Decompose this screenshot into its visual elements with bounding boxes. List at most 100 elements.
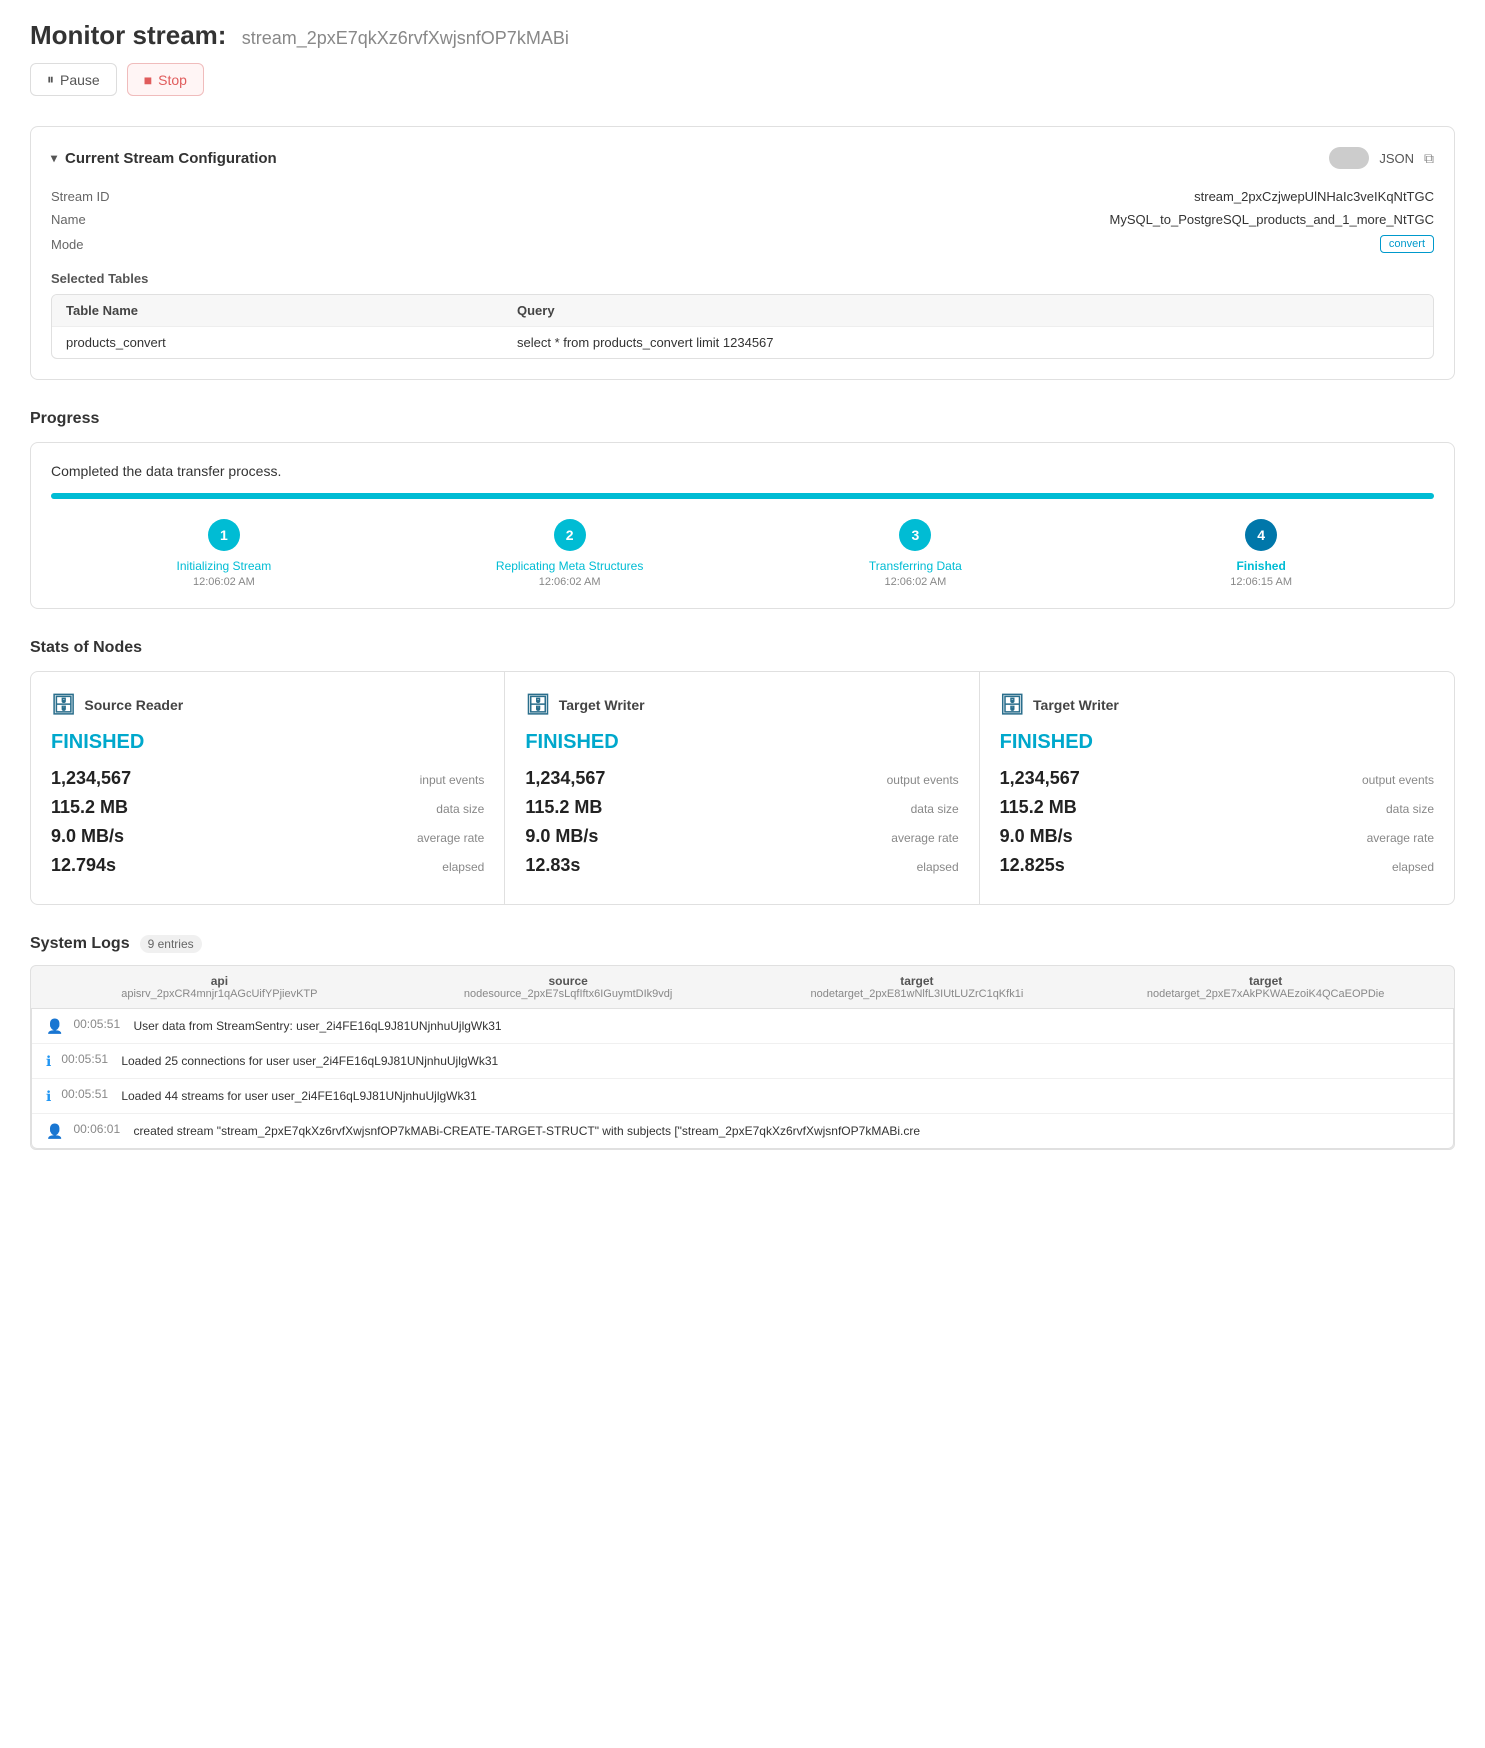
log-entry-1: ℹ 00:05:51 Loaded 25 connections for use… <box>32 1044 1453 1079</box>
stop-button[interactable]: ■ Stop <box>127 63 204 96</box>
json-toggle[interactable] <box>1329 147 1369 169</box>
steps-container: 1 Initializing Stream 12:06:02 AM 2 Repl… <box>51 519 1434 588</box>
node-0: 🗄 Source Reader FINISHED 1,234,567 input… <box>31 672 505 904</box>
chevron-down-icon: ▾ <box>51 151 57 165</box>
log-entry-3: 👤 00:06:01 created stream "stream_2pxE7q… <box>32 1114 1453 1148</box>
node-1-header: 🗄 Target Writer <box>525 692 958 717</box>
progress-header: Progress <box>30 410 1455 428</box>
json-label: JSON <box>1379 151 1414 166</box>
node-0-value-2: 9.0 MB/s <box>51 826 124 847</box>
node-0-value-1: 115.2 MB <box>51 797 128 818</box>
pause-icon: ⏸ <box>47 71 54 88</box>
progress-bar-fill <box>51 493 1434 499</box>
log-entry-2: ℹ 00:05:51 Loaded 44 streams for user us… <box>32 1079 1453 1114</box>
config-header: ▾ Current Stream Configuration JSON ⧉ <box>51 147 1434 169</box>
node-1-value-0: 1,234,567 <box>525 768 605 789</box>
node-0-metric-3: 12.794s elapsed <box>51 855 484 876</box>
node-1-label-3: elapsed <box>917 860 959 874</box>
progress-section: Progress Completed the data transfer pro… <box>30 410 1455 609</box>
log-col-1: source nodesource_2pxE7sLqfIftx6IGuymtDI… <box>394 974 743 1000</box>
node-0-metric-1: 115.2 MB data size <box>51 797 484 818</box>
stop-icon: ■ <box>144 72 152 88</box>
config-fields: Stream ID stream_2pxCzjwepUlNHaIc3veIKqN… <box>51 185 1434 257</box>
node-0-label-3: elapsed <box>442 860 484 874</box>
step-2-time: 12:06:02 AM <box>539 576 601 588</box>
node-2-label-1: data size <box>1386 802 1434 816</box>
log-time-1: 00:05:51 <box>61 1052 111 1066</box>
progress-message: Completed the data transfer process. <box>51 463 1434 479</box>
log-col-3: target nodetarget_2pxE7xAkPKWAEzoiK4QCaE… <box>1091 974 1440 1000</box>
target-writer-1-icon: 🗄 <box>525 692 550 717</box>
stats-section: Stats of Nodes 🗄 Source Reader FINISHED … <box>30 639 1455 905</box>
node-0-type: Source Reader <box>84 697 183 713</box>
selected-tables-label: Selected Tables <box>51 271 1434 286</box>
node-0-metric-0: 1,234,567 input events <box>51 768 484 789</box>
node-1-value-3: 12.83s <box>525 855 580 876</box>
node-2-label-2: average rate <box>1367 831 1434 845</box>
log-info-icon-1: ℹ <box>46 1053 51 1070</box>
node-0-value-3: 12.794s <box>51 855 116 876</box>
table-header: Table Name Query <box>52 295 1433 326</box>
logs-header: System Logs 9 entries <box>30 935 1455 953</box>
pause-button[interactable]: ⏸ Pause <box>30 63 117 96</box>
step-4: 4 Finished 12:06:15 AM <box>1088 519 1434 588</box>
target-writer-2-icon: 🗄 <box>1000 692 1025 717</box>
page-title: Monitor stream: stream_2pxE7qkXz6rvfXwjs… <box>30 20 1455 51</box>
node-0-label-1: data size <box>436 802 484 816</box>
node-2-value-1: 115.2 MB <box>1000 797 1077 818</box>
step-2-circle: 2 <box>554 519 586 551</box>
table-name-cell: products_convert <box>66 335 517 350</box>
stats-title: Stats of Nodes <box>30 639 142 657</box>
step-2: 2 Replicating Meta Structures 12:06:02 A… <box>397 519 743 588</box>
node-1-metric-2: 9.0 MB/s average rate <box>525 826 958 847</box>
log-text-3: created stream "stream_2pxE7qkXz6rvfXwjs… <box>133 1122 920 1140</box>
progress-bar-track <box>51 493 1434 499</box>
name-value: MySQL_to_PostgreSQL_products_and_1_more_… <box>1110 212 1434 227</box>
node-2-value-3: 12.825s <box>1000 855 1065 876</box>
log-entry-0: 👤 00:05:51 User data from StreamSentry: … <box>32 1009 1453 1044</box>
node-1-value-2: 9.0 MB/s <box>525 826 598 847</box>
log-col-0: api apisrv_2pxCR4mnjr1qAGcUifYPjievKTP <box>45 974 394 1000</box>
step-1-time: 12:06:02 AM <box>193 576 255 588</box>
stats-grid: 🗄 Source Reader FINISHED 1,234,567 input… <box>30 671 1455 905</box>
node-0-metric-2: 9.0 MB/s average rate <box>51 826 484 847</box>
config-title[interactable]: ▾ Current Stream Configuration <box>51 150 277 167</box>
log-col-0-main: api <box>45 974 394 988</box>
node-2-metric-0: 1,234,567 output events <box>1000 768 1434 789</box>
node-2-metric-1: 115.2 MB data size <box>1000 797 1434 818</box>
node-0-value-0: 1,234,567 <box>51 768 131 789</box>
stream-id-value: stream_2pxCzjwepUlNHaIc3veIKqNtTGC <box>1194 189 1434 204</box>
step-3: 3 Transferring Data 12:06:02 AM <box>743 519 1089 588</box>
node-1-metric-1: 115.2 MB data size <box>525 797 958 818</box>
node-2-type: Target Writer <box>1033 697 1119 713</box>
logs-filter-cols: api apisrv_2pxCR4mnjr1qAGcUifYPjievKTP s… <box>31 966 1454 1009</box>
log-col-1-sub: nodesource_2pxE7sLqfIftx6IGuymtDIk9vdj <box>394 988 743 1000</box>
step-4-label: Finished <box>1236 559 1285 573</box>
log-info-icon-2: ℹ <box>46 1088 51 1105</box>
log-user-icon-0: 👤 <box>46 1018 63 1035</box>
log-text-2: Loaded 44 streams for user user_2i4FE16q… <box>121 1087 477 1105</box>
step-4-circle: 4 <box>1245 519 1277 551</box>
node-2-label-3: elapsed <box>1392 860 1434 874</box>
log-col-3-sub: nodetarget_2pxE7xAkPKWAEzoiK4QCaEOPDie <box>1091 988 1440 1000</box>
step-1-circle: 1 <box>208 519 240 551</box>
stream-id-label: stream_2pxE7qkXz6rvfXwjsnfOP7kMABi <box>242 28 569 48</box>
log-text-0: User data from StreamSentry: user_2i4FE1… <box>133 1017 501 1035</box>
node-1-label-1: data size <box>911 802 959 816</box>
config-actions: JSON ⧉ <box>1329 147 1434 169</box>
copy-icon[interactable]: ⧉ <box>1424 150 1434 167</box>
stream-id-key: Stream ID <box>51 189 110 204</box>
node-2-status: FINISHED <box>1000 731 1434 754</box>
stats-header: Stats of Nodes <box>30 639 1455 657</box>
logs-filter-bar: api apisrv_2pxCR4mnjr1qAGcUifYPjievKTP s… <box>30 965 1455 1150</box>
node-1-status: FINISHED <box>525 731 958 754</box>
log-col-3-main: target <box>1091 974 1440 988</box>
node-1-metric-0: 1,234,567 output events <box>525 768 958 789</box>
step-3-label: Transferring Data <box>869 559 962 573</box>
node-0-label-0: input events <box>420 773 485 787</box>
log-time-2: 00:05:51 <box>61 1087 111 1101</box>
node-2: 🗄 Target Writer FINISHED 1,234,567 outpu… <box>980 672 1454 904</box>
logs-title: System Logs <box>30 935 130 953</box>
config-stream-id-row: Stream ID stream_2pxCzjwepUlNHaIc3veIKqN… <box>51 185 1434 208</box>
node-2-value-0: 1,234,567 <box>1000 768 1080 789</box>
